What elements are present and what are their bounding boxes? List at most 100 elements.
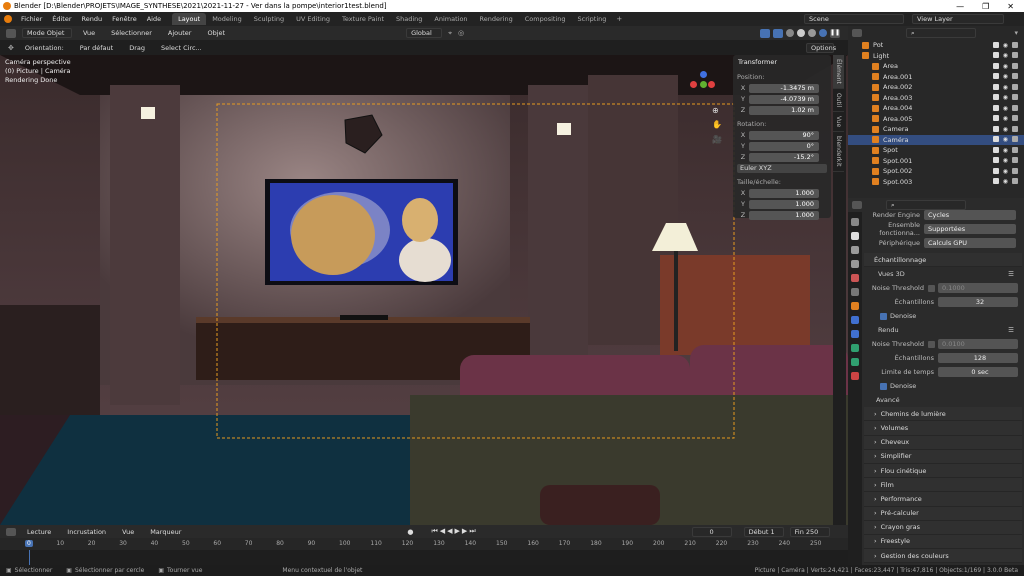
rotation-z-field[interactable]: -15.2° [749,152,819,162]
include-checkbox-icon[interactable] [992,146,999,153]
texture-tab-icon[interactable] [851,372,859,380]
outliner-editor-icon[interactable] [852,29,862,37]
pan-hand-icon[interactable]: ✋ [712,120,722,129]
outliner-row[interactable]: Spot.001 ◉ [848,156,1024,167]
include-checkbox-icon[interactable] [992,167,999,174]
x-negative-axis-icon[interactable] [708,81,715,88]
eye-icon[interactable]: ◉ [1003,168,1008,175]
menu-timeline-vue[interactable]: Vue [117,528,139,536]
panel-header[interactable]: › Crayon gras [864,520,1022,535]
current-frame-field[interactable]: 0 [691,526,732,537]
tab-rendering[interactable]: Rendering [474,13,519,25]
scene-selector[interactable]: Scene [804,14,904,24]
outliner-row[interactable]: Area.004 ◉ [848,103,1024,114]
scale-y-field[interactable]: 1.000 [749,199,819,209]
panel-header[interactable]: › Pré-calculer [864,506,1022,521]
drag-dropdown[interactable]: Select Circ... [156,44,207,52]
position-z-field[interactable]: 1.02 m [749,105,819,115]
tab-sculpting[interactable]: Sculpting [248,13,290,25]
menu-fenetre[interactable]: Fenêtre [107,15,142,23]
outliner-row[interactable]: Pot ◉ [848,40,1024,51]
include-checkbox-icon[interactable] [992,115,999,122]
menu-rendu[interactable]: Rendu [77,15,108,23]
eye-icon[interactable]: ◉ [1003,73,1008,80]
denoise-viewport-checkbox[interactable] [880,312,887,320]
panel-header[interactable]: › Freestyle [864,534,1022,550]
panel-header[interactable]: › Performance [864,492,1022,507]
tab-tool[interactable]: Outil [833,89,844,113]
eye-icon[interactable]: ◉ [1003,147,1008,154]
menu-fichier[interactable]: Fichier [16,15,47,23]
world-tab-icon[interactable] [851,288,859,296]
camera-render-icon[interactable] [1012,167,1018,174]
3d-viewport[interactable]: Caméra perspective (0) Picture | Caméra … [0,55,848,525]
panel-header[interactable]: › Simplifier [864,449,1022,464]
camera-render-icon[interactable] [1012,41,1018,48]
add-workspace-icon[interactable]: + [616,15,622,23]
panel-header[interactable]: › Chemins de lumière [864,407,1022,422]
particles-tab-icon[interactable] [851,330,859,338]
tab-blenderkit[interactable]: blenderkit [833,132,844,172]
camera-render-icon[interactable] [1012,52,1018,59]
outliner-row[interactable]: Camera ◉ [848,124,1024,135]
scale-x-field[interactable]: 1.000 [749,188,819,198]
outliner-row[interactable]: Spot.002 ◉ [848,166,1024,177]
viewport-subpanel-header[interactable]: Vues 3D ☰ [864,267,1022,281]
panel-header[interactable]: › Gestion des couleurs [864,549,1022,564]
blender-menu-icon[interactable] [4,15,12,23]
camera-render-icon[interactable] [1012,83,1018,90]
eye-icon[interactable]: ◉ [1003,157,1008,164]
scale-z-field[interactable]: 1.000 [749,210,819,220]
include-checkbox-icon[interactable] [992,62,999,69]
proportional-edit-icon[interactable]: ◎ [458,29,464,37]
advanced-subpanel-header[interactable]: Avancé [864,393,1022,407]
minimize-button[interactable]: — [956,2,964,11]
noise-threshold-render-checkbox[interactable] [928,340,935,348]
eye-icon[interactable]: ◉ [1003,126,1008,133]
outliner-row[interactable]: Area.001 ◉ [848,72,1024,83]
move-tool-icon[interactable]: ✥ [8,44,14,52]
render-subpanel-header[interactable]: Rendu ☰ [864,323,1022,337]
include-checkbox-icon[interactable] [992,125,999,132]
overlay-toggle-icon[interactable] [773,28,783,38]
eye-icon[interactable]: ◉ [1003,94,1008,101]
tab-uv-editing[interactable]: UV Editing [290,13,336,25]
samples-viewport-field[interactable]: 32 [938,297,1018,308]
rotation-mode-dropdown[interactable]: Euler XYZ [737,164,827,173]
include-checkbox-icon[interactable] [992,104,999,111]
tab-shading[interactable]: Shading [390,13,428,25]
sampling-panel-header[interactable]: Échantillonnage [864,253,1022,268]
properties-editor-icon[interactable] [852,201,862,209]
eye-icon[interactable]: ◉ [1003,63,1008,70]
tab-animation[interactable]: Animation [428,13,473,25]
list-icon[interactable]: ☰ [1008,270,1022,278]
panel-header[interactable]: › Volumes [864,421,1022,436]
output-tab-icon[interactable] [851,246,859,254]
panel-header[interactable]: › Cheveux [864,435,1022,450]
camera-render-icon[interactable] [1012,94,1018,101]
outliner-row[interactable]: Caméra ◉ [848,134,1024,145]
z-axis-icon[interactable] [700,71,707,78]
camera-render-icon[interactable] [1012,125,1018,132]
rotation-x-field[interactable]: 90° [749,130,819,140]
menu-incrustation[interactable]: Incrustation [62,528,111,536]
position-y-field[interactable]: -4.0739 m [749,94,819,104]
include-checkbox-icon[interactable] [992,73,999,80]
transform-orientation[interactable]: Global [406,28,443,38]
view-layer-selector[interactable]: View Layer [912,14,1004,24]
editor-type-icon[interactable] [6,28,16,38]
camera-render-icon[interactable] [1012,62,1018,69]
time-limit-field[interactable]: 0 sec [938,367,1018,378]
pause-render-icon[interactable]: ❚❚ [830,28,840,38]
outliner-row[interactable]: Light ◉ [848,51,1024,62]
outliner-row[interactable]: Area.002 ◉ [848,82,1024,93]
filter-icon[interactable]: ▾ [1014,29,1024,37]
record-icon[interactable]: ● [407,528,413,536]
tab-layout[interactable]: Layout [172,13,207,25]
camera-render-icon[interactable] [1012,104,1018,111]
timeline-editor-icon[interactable] [6,527,16,536]
noise-threshold-render-field[interactable]: 0.0100 [938,339,1018,350]
noise-threshold-viewport-field[interactable]: 0.1000 [938,283,1018,294]
include-checkbox-icon[interactable] [992,83,999,90]
feature-set-dropdown[interactable]: Supportées [924,224,1016,234]
